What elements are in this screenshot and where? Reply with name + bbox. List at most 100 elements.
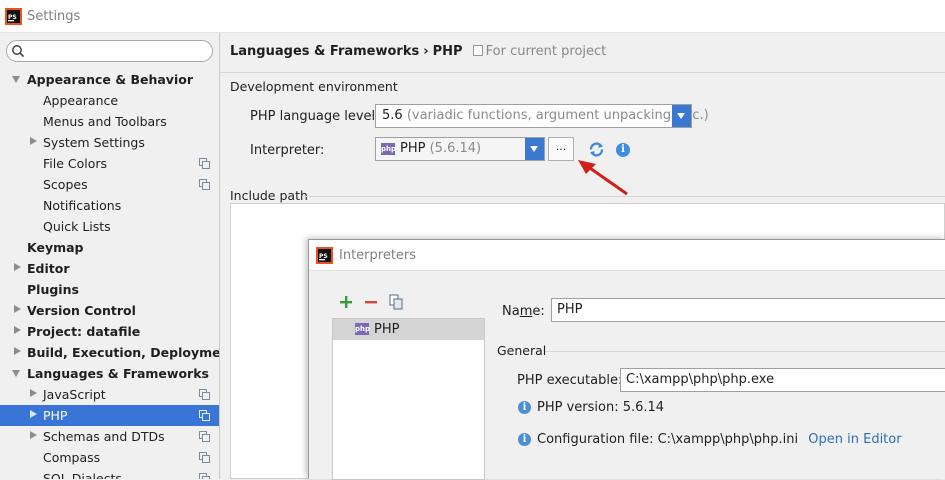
php-language-level-dropdown[interactable]: 5.6 (variadic functions, argument unpack… (375, 104, 709, 128)
expand-arrow-right-icon[interactable] (12, 300, 22, 321)
project-level-icon (199, 179, 210, 190)
php-executable-field[interactable]: C:\xampp\php\php.exe (620, 368, 945, 392)
sidebar-item-project-datafile[interactable]: Project: datafile (0, 321, 219, 342)
sidebar-item-label: Appearance & Behavior (27, 72, 193, 87)
project-level-icon (199, 389, 210, 400)
sidebar-item-label: File Colors (43, 156, 108, 171)
project-level-icon (199, 452, 210, 463)
sidebar-item-label: Menus and Toolbars (43, 114, 167, 129)
phpstorm-logo-icon: PS (316, 247, 333, 264)
interpreters-list: php PHP (332, 318, 485, 480)
interpreter-list-item[interactable]: php PHP (333, 319, 484, 340)
sidebar-item-label: Keymap (27, 240, 84, 255)
sidebar-item-plugins[interactable]: Plugins (0, 279, 219, 300)
sidebar-item-file-colors[interactable]: File Colors (0, 153, 219, 174)
sidebar-item-notifications[interactable]: Notifications (0, 195, 219, 216)
breadcrumb-separator: › (423, 44, 429, 59)
interpreter-label: Interpreter: (250, 143, 325, 158)
sidebar-item-label: Version Control (27, 303, 136, 318)
chevron-down-icon[interactable] (525, 138, 544, 160)
svg-text:PS: PS (319, 253, 328, 260)
php-executable-label: PHP executable: (517, 373, 623, 388)
sidebar-item-label: Editor (27, 261, 70, 276)
sidebar-item-build-execution-deployment[interactable]: Build, Execution, Deployment (0, 342, 219, 363)
php-language-level-value: 5.6 (382, 108, 403, 123)
divider (302, 196, 945, 197)
expand-arrow-right-icon[interactable] (28, 426, 38, 447)
annotation-arrow-icon (578, 160, 628, 196)
php-icon: php (381, 143, 397, 155)
project-level-icon (199, 410, 210, 421)
sidebar-item-version-control[interactable]: Version Control (0, 300, 219, 321)
config-file-line: Configuration file: C:\xampp\php\php.ini… (537, 432, 902, 447)
sidebar-item-label: Scopes (43, 177, 88, 192)
sidebar-item-scopes[interactable]: Scopes (0, 174, 219, 195)
sidebar-item-sql-dialects[interactable]: SQL Dialects (0, 468, 219, 479)
sidebar-item-languages-frameworks[interactable]: Languages & Frameworks (0, 363, 219, 384)
scope-label: For current project (485, 44, 607, 59)
config-file-text: Configuration file: C:\xampp\php\php.ini (537, 432, 799, 447)
sidebar-item-quick-lists[interactable]: Quick Lists (0, 216, 219, 237)
expand-arrow-down-icon[interactable] (12, 363, 22, 384)
sidebar-item-label: SQL Dialects (43, 471, 122, 479)
svg-text:PS: PS (8, 14, 17, 21)
settings-sidebar: Appearance & Behavior Appearance Menus and… (0, 33, 220, 479)
sidebar-item-schemas-and-dtds[interactable]: Schemas and DTDs (0, 426, 219, 447)
sidebar-item-compass[interactable]: Compass (0, 447, 219, 468)
php-language-level-hint: (variadic functions, argument unpacking,… (406, 108, 709, 123)
copy-icon[interactable] (388, 294, 404, 310)
interpreter-value: PHP (400, 141, 426, 156)
settings-search-field[interactable] (6, 40, 213, 62)
chevron-down-icon[interactable] (672, 105, 691, 127)
dev-env-section-label: Development environment (230, 79, 398, 94)
sidebar-item-php[interactable]: PHP (0, 405, 219, 426)
sidebar-item-keymap[interactable]: Keymap (0, 237, 219, 258)
sidebar-item-label: Languages & Frameworks (27, 366, 209, 381)
divider (545, 351, 945, 352)
sidebar-item-menus-and-toolbars[interactable]: Menus and Toolbars (0, 111, 219, 132)
sidebar-item-label: PHP (43, 408, 68, 423)
sidebar-item-label: Project: datafile (27, 324, 141, 339)
interpreters-dialog: PS Interpreters php PHP Name: PHP Genera… (308, 239, 945, 480)
php-language-level-label: PHP language level: (250, 109, 380, 124)
interpreter-dropdown[interactable]: php PHP (5.6.14) (375, 137, 545, 161)
info-icon[interactable]: i (616, 143, 630, 157)
project-level-icon (199, 473, 210, 479)
interpreter-more-button[interactable]: ... (548, 137, 574, 161)
sidebar-item-label: JavaScript (43, 387, 106, 402)
php-version-text: PHP version: 5.6.14 (537, 400, 665, 415)
window-title: Settings (27, 9, 81, 24)
name-label: Name: (502, 304, 545, 319)
expand-arrow-down-icon[interactable] (12, 69, 22, 90)
window-titlebar: PS Settings (0, 0, 945, 33)
expand-arrow-right-icon[interactable] (12, 321, 22, 342)
sidebar-item-label: System Settings (43, 135, 145, 150)
phpstorm-logo-icon: PS (5, 8, 22, 25)
expand-arrow-right-icon[interactable] (28, 384, 38, 405)
expand-arrow-right-icon[interactable] (12, 258, 22, 279)
expand-arrow-right-icon[interactable] (28, 132, 38, 153)
sidebar-item-appearance[interactable]: Appearance (0, 90, 219, 111)
info-icon: i (518, 401, 531, 414)
sidebar-item-appearance-behavior[interactable]: Appearance & Behavior (0, 69, 219, 90)
project-level-icon (199, 158, 210, 169)
sidebar-item-label: Notifications (43, 198, 122, 213)
breadcrumb-current: PHP (432, 44, 463, 59)
settings-tree: Appearance & Behavior Appearance Menus and… (0, 69, 219, 479)
project-level-icon (199, 431, 210, 442)
include-path-label: Include path (230, 188, 308, 203)
expand-arrow-right-icon[interactable] (28, 405, 38, 426)
add-icon[interactable] (338, 294, 354, 310)
name-field[interactable]: PHP (551, 298, 945, 322)
sidebar-item-editor[interactable]: Editor (0, 258, 219, 279)
info-icon: i (518, 433, 531, 446)
expand-arrow-right-icon[interactable] (12, 342, 22, 363)
name-field-value: PHP (557, 302, 583, 317)
open-in-editor-link[interactable]: Open in Editor (808, 432, 901, 447)
interpreter-list-item-label: PHP (374, 322, 400, 337)
sidebar-item-system-settings[interactable]: System Settings (0, 132, 219, 153)
remove-icon[interactable] (363, 294, 379, 310)
refresh-icon[interactable] (588, 141, 605, 158)
sidebar-item-javascript[interactable]: JavaScript (0, 384, 219, 405)
general-section-label: General (497, 343, 547, 358)
